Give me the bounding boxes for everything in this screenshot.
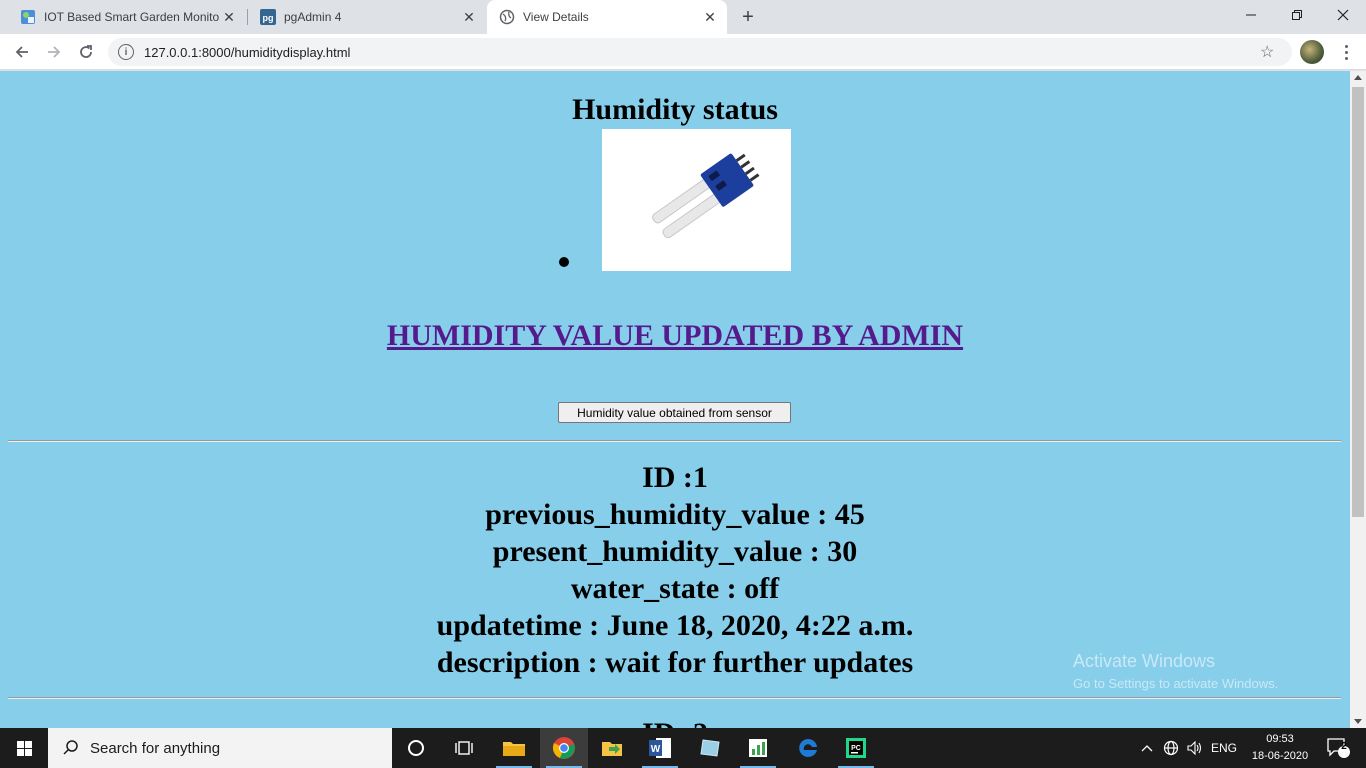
tab-iot-garden[interactable]: IOT Based Smart Garden Monitor ✕	[8, 0, 246, 34]
record-previous-humidity: previous_humidity_value : 45	[485, 498, 865, 531]
cortana-icon[interactable]	[392, 728, 440, 768]
page-viewport: Humidity status HUMIDITY VALUE UPDATED B…	[0, 71, 1350, 728]
svg-text:pg: pg	[263, 13, 274, 23]
new-tab-button[interactable]: +	[737, 6, 759, 28]
watermark-subtitle: Go to Settings to activate Windows.	[1073, 676, 1279, 691]
windows-logo-icon	[16, 740, 32, 756]
browser-menu-icon[interactable]	[1338, 40, 1354, 64]
notification-count: 2	[1341, 741, 1347, 752]
profile-avatar[interactable]	[1300, 40, 1324, 64]
record-id: ID :1	[642, 461, 708, 494]
close-icon[interactable]: ✕	[701, 8, 719, 26]
taskbar-search[interactable]: Search for anything	[48, 728, 392, 768]
chrome-icon[interactable]	[540, 728, 588, 768]
network-globe-icon[interactable]	[1160, 728, 1182, 768]
record-id: ID :2	[0, 715, 1350, 728]
scroll-up-icon[interactable]	[1354, 75, 1362, 80]
page-title: Humidity status	[572, 93, 778, 126]
taskbar-clock[interactable]: 09:53 18-06-2020	[1248, 731, 1312, 765]
close-window-button[interactable]	[1320, 0, 1366, 30]
app-shortcut-icon[interactable]	[588, 728, 636, 768]
forward-button[interactable]	[40, 38, 68, 66]
task-view-icon[interactable]	[440, 728, 488, 768]
bookmark-star-icon[interactable]: ☆	[1260, 42, 1284, 62]
browser-toolbar: i 127.0.0.1:8000/humiditydisplay.html ☆	[0, 34, 1366, 70]
record-updatetime: updatetime : June 18, 2020, 4:22 a.m.	[436, 609, 914, 642]
minimize-button[interactable]	[1228, 0, 1274, 30]
edge-icon[interactable]	[784, 728, 832, 768]
garden-icon	[20, 9, 36, 25]
start-button[interactable]	[0, 728, 48, 768]
tab-view-details[interactable]: View Details ✕	[487, 0, 727, 34]
info-icon[interactable]: i	[118, 44, 134, 60]
vertical-scrollbar[interactable]	[1350, 71, 1366, 728]
close-icon[interactable]: ✕	[460, 8, 478, 26]
address-bar[interactable]: i 127.0.0.1:8000/humiditydisplay.html ☆	[108, 38, 1292, 66]
search-icon	[62, 739, 80, 757]
scrollbar-thumb[interactable]	[1352, 87, 1364, 517]
tab-title: View Details	[523, 10, 589, 24]
back-button[interactable]	[8, 38, 36, 66]
word-icon[interactable]: W	[636, 728, 684, 768]
list-bullet	[559, 257, 569, 267]
watermark-title: Activate Windows	[1073, 651, 1216, 671]
tab-strip: IOT Based Smart Garden Monitor ✕ pg pgAd…	[0, 0, 1366, 34]
chart-app-icon[interactable]	[734, 728, 782, 768]
record-water-state: water_state : off	[570, 572, 780, 605]
svg-text:PC: PC	[851, 745, 861, 752]
close-icon[interactable]: ✕	[220, 8, 238, 26]
tab-pgadmin[interactable]: pg pgAdmin 4 ✕	[248, 0, 486, 34]
file-explorer-icon[interactable]	[490, 728, 538, 768]
notepad-icon[interactable]	[686, 728, 734, 768]
admin-humidity-link[interactable]: HUMIDITY VALUE UPDATED BY ADMIN	[0, 319, 1350, 353]
reload-button[interactable]	[72, 38, 100, 66]
language-indicator[interactable]: ENG	[1208, 728, 1240, 768]
show-hidden-icons-chevron-icon[interactable]	[1138, 728, 1156, 768]
divider	[8, 697, 1341, 699]
clock-date: 18-06-2020	[1251, 750, 1309, 762]
action-center-icon[interactable]: 2	[1318, 728, 1358, 768]
record-present-humidity: present_humidity_value : 30	[492, 535, 858, 568]
svg-text:W: W	[651, 744, 661, 755]
divider	[8, 440, 1341, 442]
restore-button[interactable]	[1274, 0, 1320, 30]
tab-title: IOT Based Smart Garden Monitor	[44, 10, 220, 24]
volume-icon[interactable]	[1184, 728, 1206, 768]
windows-taskbar: Search for anything W PC ENG 09:53 18-06…	[0, 728, 1366, 768]
pycharm-icon[interactable]: PC	[832, 728, 880, 768]
activate-windows-watermark: Activate Windows Go to Settings to activ…	[1073, 651, 1278, 691]
pgadmin-icon: pg	[260, 9, 276, 25]
search-placeholder: Search for anything	[90, 739, 221, 757]
url-text[interactable]: 127.0.0.1:8000/humiditydisplay.html	[144, 45, 1260, 60]
globe-icon	[499, 9, 515, 25]
soil-moisture-sensor-image	[602, 129, 791, 271]
clock-time: 09:53	[1266, 733, 1294, 745]
tab-title: pgAdmin 4	[284, 10, 342, 24]
sensor-humidity-button[interactable]: Humidity value obtained from sensor	[558, 402, 791, 423]
scroll-down-icon[interactable]	[1354, 719, 1362, 724]
